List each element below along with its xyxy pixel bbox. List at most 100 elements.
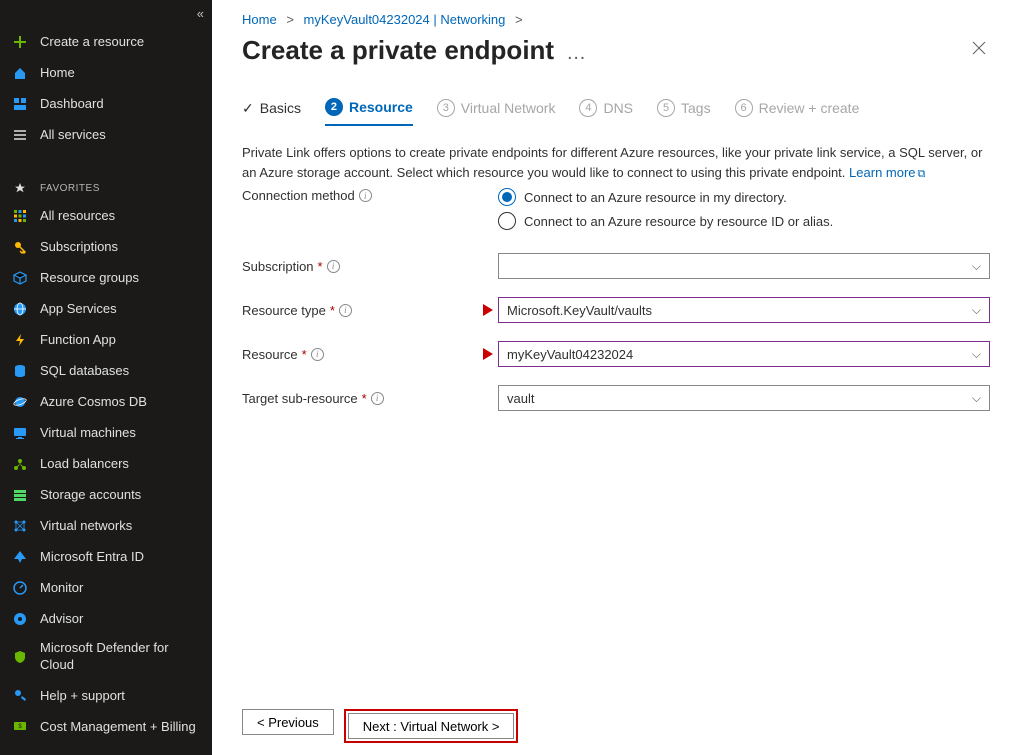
chevron-down-icon: ⌵ [972,391,981,406]
connection-method-directory-radio[interactable]: Connect to an Azure resource in my direc… [498,188,990,206]
tab-resource[interactable]: 2 Resource [325,98,413,126]
sidebar-item-label: Advisor [40,611,83,626]
sidebar-item[interactable]: Dashboard [0,88,212,119]
sidebar-item[interactable]: Microsoft Defender for Cloud [0,634,212,680]
tab-label: DNS [603,100,633,116]
sidebar-item[interactable]: Virtual networks [0,510,212,541]
breadcrumb-separator: > [515,12,523,27]
tab-number: 2 [325,98,343,116]
sidebar-item-label: All services [40,127,106,142]
sidebar-item[interactable]: Resource groups [0,262,212,293]
sidebar-favorites-header: FAVORITES [0,176,212,200]
wizard-footer: < Previous Next : Virtual Network > [242,709,990,743]
advisor-icon [12,611,28,627]
sidebar-item[interactable]: Function App [0,324,212,355]
sidebar-item[interactable]: Virtual machines [0,417,212,448]
breadcrumb-home-link[interactable]: Home [242,12,277,27]
sidebar-item[interactable]: Subscriptions [0,231,212,262]
sidebar-item-label: Subscriptions [40,239,118,254]
page-title-more-button[interactable]: … [566,42,587,65]
sidebar-item-label: Microsoft Entra ID [40,549,144,564]
info-icon[interactable]: i [339,304,352,317]
sidebar-item[interactable]: All services [0,119,212,150]
sidebar-item-label: Virtual networks [40,518,132,533]
resource-type-select[interactable]: Microsoft.KeyVault/vaults ⌵ [498,297,990,323]
radio-checked-icon [498,188,516,206]
tab-label: Resource [349,99,413,115]
chevron-down-icon: ⌵ [972,303,981,318]
sidebar-item[interactable]: Help + support [0,680,212,711]
entra-icon [12,549,28,565]
sidebar-nav: « Create a resource Home Dashboard All serv… [0,0,212,755]
subscription-select[interactable]: ⌵ [498,253,990,279]
info-icon[interactable]: i [359,189,372,202]
lb-icon [12,456,28,472]
tab-tags[interactable]: 5 Tags [657,98,711,126]
sidebar-item[interactable]: $Cost Management + Billing [0,711,212,742]
sidebar-item[interactable]: Load balancers [0,448,212,479]
vm-icon [12,425,28,441]
tab-number: 6 [735,99,753,117]
previous-button[interactable]: < Previous [242,709,334,735]
grid-icon [12,208,28,224]
radio-unchecked-icon [498,212,516,230]
tab-label: Tags [681,100,711,116]
sidebar-item[interactable]: Storage accounts [0,479,212,510]
close-icon[interactable] [968,37,990,64]
sidebar-item-label: Azure Cosmos DB [40,394,147,409]
breadcrumb-resource-link[interactable]: myKeyVault04232024 | Networking [304,12,506,27]
tab-label: Review + create [759,100,860,116]
chevron-down-icon: ⌵ [972,259,981,274]
external-link-icon: ⧉ [918,168,926,180]
sidebar-item-label: Dashboard [40,96,104,111]
sidebar-item-label: Load balancers [40,456,129,471]
sidebar-item[interactable]: Azure Cosmos DB [0,386,212,417]
info-icon[interactable]: i [371,392,384,405]
tab-number: 4 [579,99,597,117]
cost-icon: $ [12,718,28,734]
connection-method-label: Connection method i [242,188,498,203]
resource-select[interactable]: myKeyVault04232024 ⌵ [498,341,990,367]
target-sub-resource-label: Target sub-resource* i [242,391,498,406]
list-icon [12,127,28,143]
tab-label: Basics [260,100,301,116]
target-sub-resource-select[interactable]: vault ⌵ [498,385,990,411]
sidebar-item[interactable]: Advisor [0,603,212,634]
info-icon[interactable]: i [327,260,340,273]
tab-virtual-network[interactable]: 3 Virtual Network [437,98,556,126]
sidebar-item-label: Function App [40,332,116,347]
monitor-icon [12,580,28,596]
sidebar-item[interactable]: Home [0,57,212,88]
next-button[interactable]: Next : Virtual Network > [348,713,515,739]
sidebar-item[interactable]: Create a resource [0,26,212,57]
sidebar-item[interactable]: App Services [0,293,212,324]
sidebar-item[interactable]: Monitor [0,572,212,603]
sidebar-item-label: Storage accounts [40,487,141,502]
sidebar-item-label: Monitor [40,580,83,595]
key-icon [12,239,28,255]
tab-label: Virtual Network [461,100,556,116]
sidebar-item-label: Microsoft Defender for Cloud [40,640,200,674]
sidebar-item[interactable]: All resources [0,200,212,231]
sidebar-item-label: All resources [40,208,115,223]
tab-dns[interactable]: 4 DNS [579,98,633,126]
tab-number: 3 [437,99,455,117]
info-icon[interactable]: i [311,348,324,361]
description-text: Private Link offers options to create pr… [242,143,990,182]
tab-review-create[interactable]: 6 Review + create [735,98,860,126]
sidebar-item-label: Home [40,65,75,80]
sidebar-item-label: Create a resource [40,34,144,49]
breadcrumb: Home > myKeyVault04232024 | Networking > [242,12,990,27]
tab-number: 5 [657,99,675,117]
resource-label: Resource* i [242,347,498,362]
learn-more-link[interactable]: Learn more⧉ [849,165,925,180]
page-title: Create a private endpoint [242,35,554,66]
sidebar-item[interactable]: SQL databases [0,355,212,386]
help-icon [12,687,28,703]
sidebar-collapse-button[interactable]: « [197,6,204,21]
check-icon: ✓ [242,100,254,117]
plus-icon [12,34,28,50]
sidebar-item[interactable]: Microsoft Entra ID [0,541,212,572]
tab-basics[interactable]: ✓ Basics [242,98,301,126]
connection-method-alias-radio[interactable]: Connect to an Azure resource by resource… [498,212,990,230]
